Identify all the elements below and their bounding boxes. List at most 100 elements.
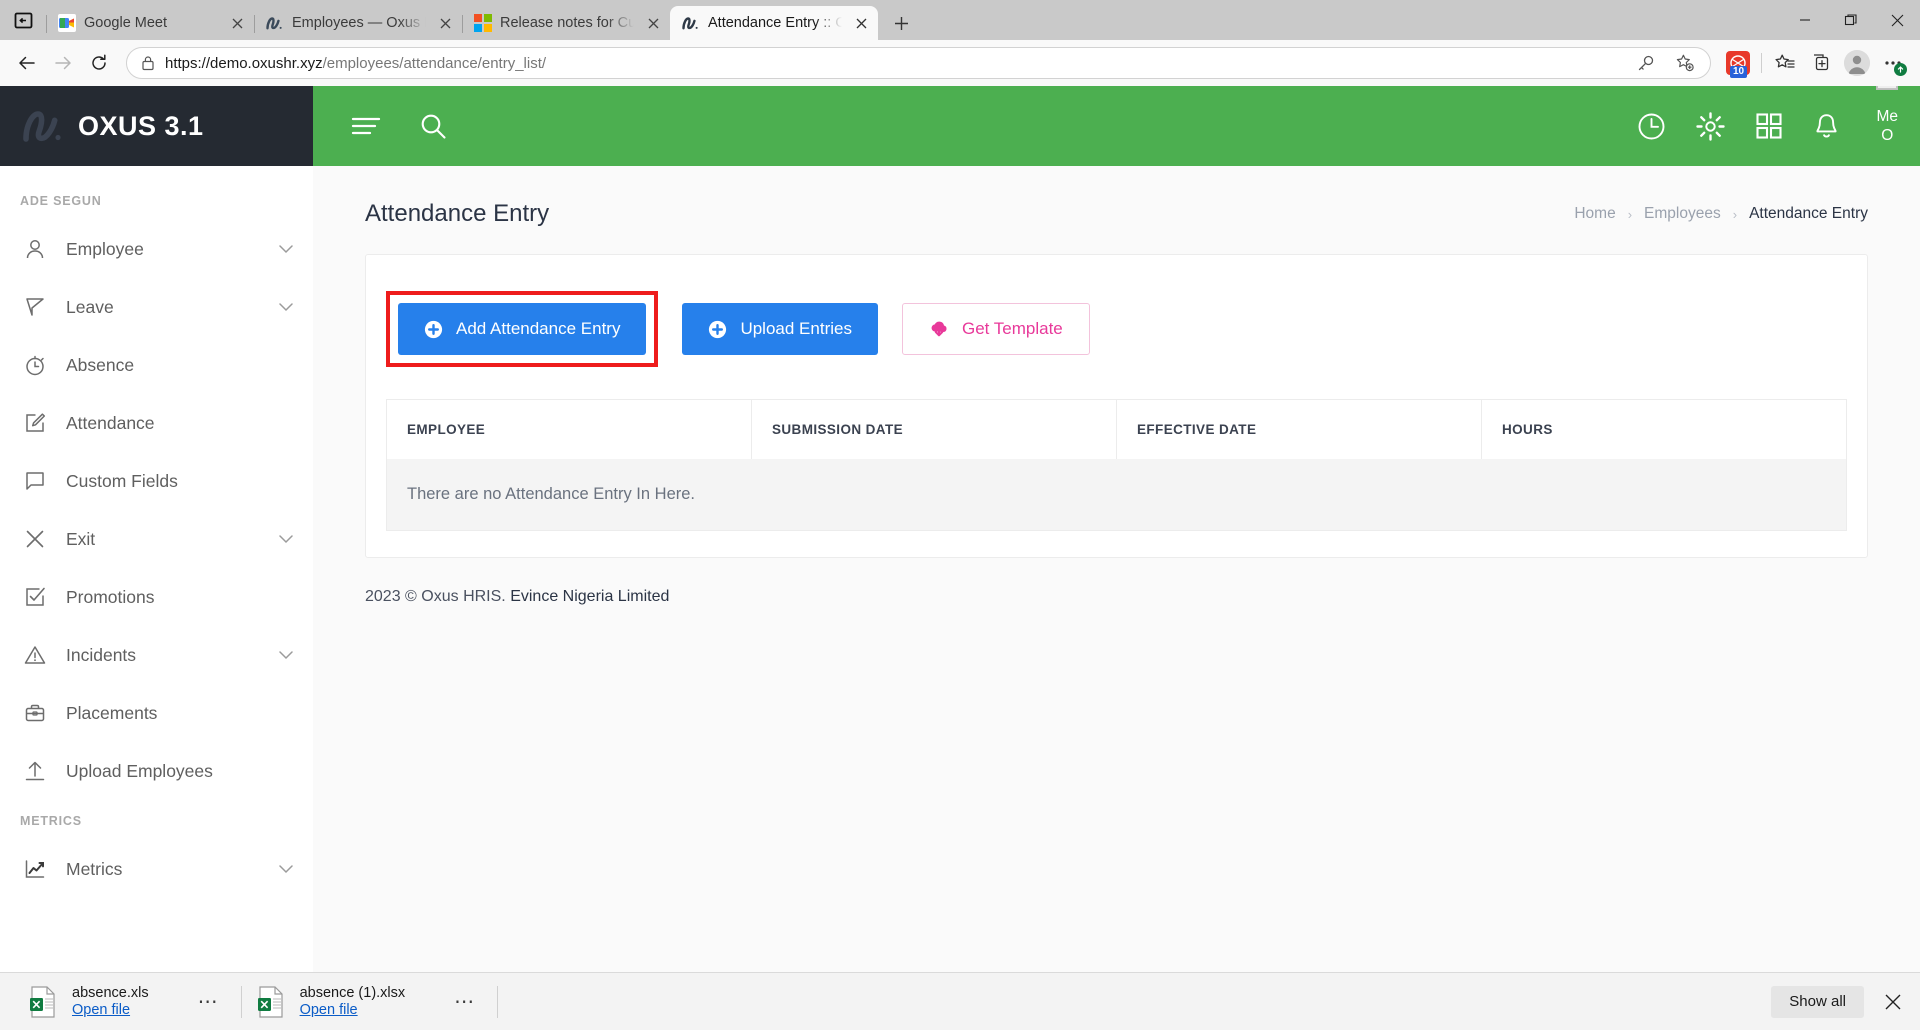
sidebar-item-metrics[interactable]: Metrics <box>0 840 313 898</box>
back-arrow-icon[interactable] <box>10 46 44 80</box>
plus-circle-icon <box>708 320 727 339</box>
breadcrumb-item-employees[interactable]: Employees <box>1644 205 1721 223</box>
brand-name: OXUS 3.1 <box>78 110 204 141</box>
add-attendance-entry-button[interactable]: Add Attendance Entry <box>398 303 647 355</box>
browser-tab[interactable]: Google Meet <box>46 6 254 40</box>
browser-tab[interactable]: Release notes for Current Channel <box>462 6 670 40</box>
topbar-left <box>351 112 447 140</box>
downloads-bar-actions: Show all <box>1771 985 1910 1019</box>
hamburger-menu-icon[interactable] <box>351 115 381 137</box>
chevron-down-icon[interactable] <box>279 864 293 874</box>
more-settings-icon[interactable] <box>1876 46 1910 80</box>
tab-title: Release notes for Current Channel <box>500 15 634 31</box>
sidebar-item-placements[interactable]: Placements <box>0 684 313 742</box>
sidebar-item-attendance[interactable]: Attendance <box>0 394 313 452</box>
user-menu[interactable]: Me O <box>1876 107 1898 145</box>
sidebar-item-promotions[interactable]: Promotions <box>0 568 313 626</box>
download-item[interactable]: absence.xls Open file ⋯ <box>14 979 241 1025</box>
download-open-link[interactable]: Open file <box>72 1002 149 1018</box>
chevron-right-icon: › <box>1627 206 1633 222</box>
footer-copyright: 2023 © Oxus HRIS. <box>365 588 506 605</box>
extension-count: 10 <box>1730 66 1748 78</box>
download-open-link[interactable]: Open file <box>300 1002 406 1018</box>
address-bar[interactable]: https://demo.oxushr.xyz/employees/attend… <box>126 47 1711 79</box>
chevron-down-icon[interactable] <box>279 302 293 312</box>
chevron-down-icon[interactable] <box>279 650 293 660</box>
download-text: absence.xls Open file <box>72 985 149 1018</box>
close-icon[interactable] <box>1874 0 1920 40</box>
tab-separator <box>254 15 255 33</box>
key-icon[interactable] <box>1628 46 1662 80</box>
oxus-logo-icon <box>22 107 64 145</box>
add-favorite-star-icon[interactable] <box>1668 46 1702 80</box>
brand-header[interactable]: OXUS 3.1 <box>0 86 313 166</box>
forward-arrow-icon <box>46 46 80 80</box>
table-column-submission-date: SUBMISSION DATE <box>752 399 1117 459</box>
maximize-icon[interactable] <box>1828 0 1874 40</box>
show-all-downloads-button[interactable]: Show all <box>1771 985 1864 1018</box>
topbar-right: Me O <box>1637 107 1898 145</box>
broken-image-icon <box>1876 86 1898 90</box>
download-more-button[interactable]: ⋯ <box>445 985 485 1019</box>
sidebar-item-custom-fields[interactable]: Custom Fields <box>0 452 313 510</box>
upload-entries-button[interactable]: Upload Entries <box>682 303 878 355</box>
tab-close-button[interactable] <box>850 12 872 34</box>
tab-search-button[interactable] <box>0 0 46 40</box>
browser-tab[interactable]: Employees — Oxus HR & Payroll <box>254 6 462 40</box>
tab-title: Google Meet <box>84 15 168 31</box>
clock-icon[interactable] <box>1637 112 1666 141</box>
excel-file-icon <box>28 985 58 1019</box>
action-button-row: Add Attendance Entry Upload Entries Get … <box>386 283 1847 367</box>
browser-tab-active[interactable]: Attendance Entry :: Oxus HRIS 3.1 <box>670 6 878 40</box>
breadcrumb: Home › Employees › Attendance Entry <box>1574 205 1868 223</box>
breadcrumb-item-home[interactable]: Home <box>1574 205 1615 223</box>
tab-close-button[interactable] <box>226 12 248 34</box>
sidebar-item-upload-employees[interactable]: Upload Employees <box>0 742 313 800</box>
download-item[interactable]: absence (1).xlsx Open file ⋯ <box>242 979 498 1025</box>
sidebar-item-incidents[interactable]: Incidents <box>0 626 313 684</box>
minimize-icon[interactable] <box>1782 0 1828 40</box>
tab-close-button[interactable] <box>434 12 456 34</box>
user-name-line1: Me <box>1876 108 1898 125</box>
upload-arrow-icon <box>22 759 48 783</box>
reload-icon[interactable] <box>82 46 116 80</box>
download-more-button[interactable]: ⋯ <box>189 985 229 1019</box>
sidebar-item-label: Upload Employees <box>66 760 213 781</box>
button-label: Upload Entries <box>740 319 852 338</box>
chevron-down-icon[interactable] <box>279 534 293 544</box>
grid-apps-icon[interactable] <box>1755 112 1783 140</box>
line-chart-icon <box>22 857 48 881</box>
app-content: Me O Attendance Entry Home › Employees › <box>313 86 1920 972</box>
extension-badge: 10 <box>1726 51 1750 78</box>
oxus-icon <box>682 14 700 32</box>
extension-badge-icon[interactable]: 10 <box>1721 46 1755 80</box>
close-x-icon <box>22 527 48 551</box>
sidebar-item-absence[interactable]: Absence <box>0 336 313 394</box>
content-card: Add Attendance Entry Upload Entries Get … <box>365 254 1868 558</box>
omnibox-actions <box>1628 46 1702 80</box>
bell-icon[interactable] <box>1813 112 1840 141</box>
browser-window: Google Meet Employees — Oxus HR & Payrol… <box>0 0 1920 1030</box>
toolbar-divider <box>1761 53 1762 73</box>
tab-close-button[interactable] <box>642 12 664 34</box>
tab-title: Employees — Oxus HR & Payroll <box>292 15 426 31</box>
profile-avatar-icon[interactable] <box>1840 46 1874 80</box>
sidebar-item-label: Employee <box>66 238 144 259</box>
close-icon[interactable] <box>1876 985 1910 1019</box>
excel-file-icon <box>256 985 286 1019</box>
table-header-row: EMPLOYEE SUBMISSION DATE EFFECTIVE DATE … <box>387 399 1846 459</box>
new-tab-button[interactable] <box>884 6 918 40</box>
gear-icon[interactable] <box>1696 111 1726 141</box>
get-template-button[interactable]: Get Template <box>901 303 1090 355</box>
sidebar-item-exit[interactable]: Exit <box>0 510 313 568</box>
search-icon[interactable] <box>419 112 447 140</box>
table-column-effective-date: EFFECTIVE DATE <box>1117 399 1482 459</box>
chevron-down-icon[interactable] <box>279 244 293 254</box>
button-label: Add Attendance Entry <box>456 319 621 338</box>
sidebar-item-label: Promotions <box>66 586 155 607</box>
add-page-icon[interactable] <box>1804 46 1838 80</box>
app-topbar: Me O <box>313 86 1920 166</box>
sidebar-item-employee[interactable]: Employee <box>0 220 313 278</box>
favorites-list-icon[interactable] <box>1768 46 1802 80</box>
sidebar-item-leave[interactable]: Leave <box>0 278 313 336</box>
